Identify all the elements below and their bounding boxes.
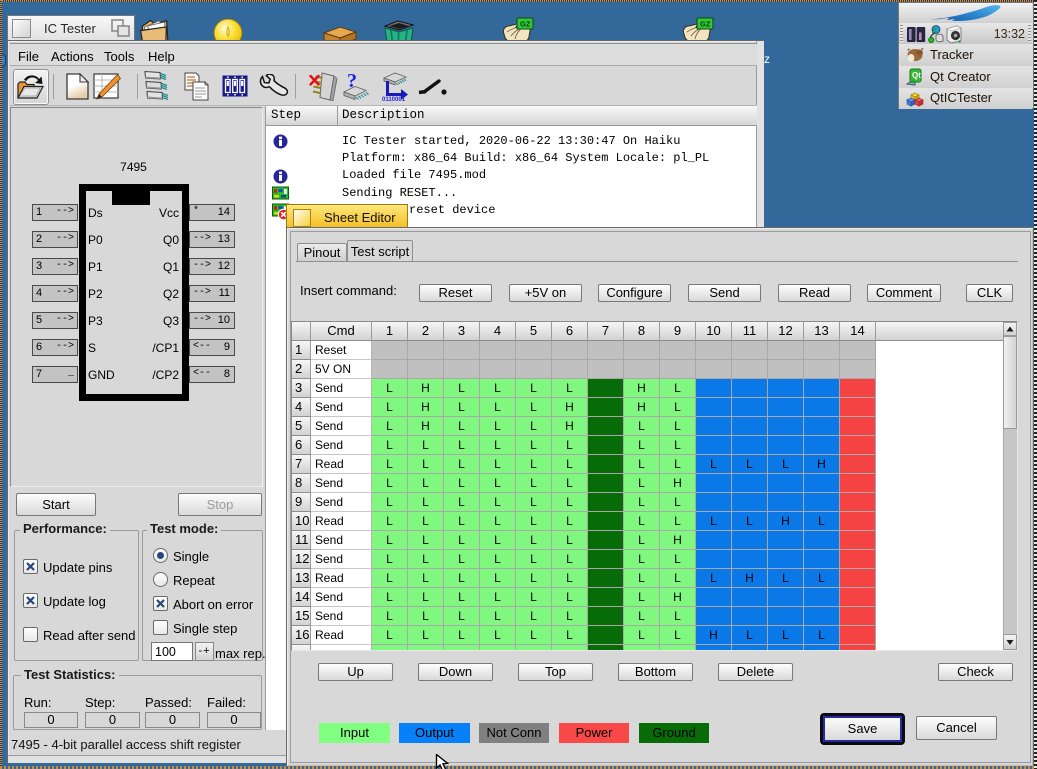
svg-text:0110001: 0110001 xyxy=(382,97,406,102)
svg-text:GZ: GZ xyxy=(700,20,711,29)
svg-text:GZ: GZ xyxy=(520,20,531,29)
svg-text:Qt: Qt xyxy=(912,71,921,80)
